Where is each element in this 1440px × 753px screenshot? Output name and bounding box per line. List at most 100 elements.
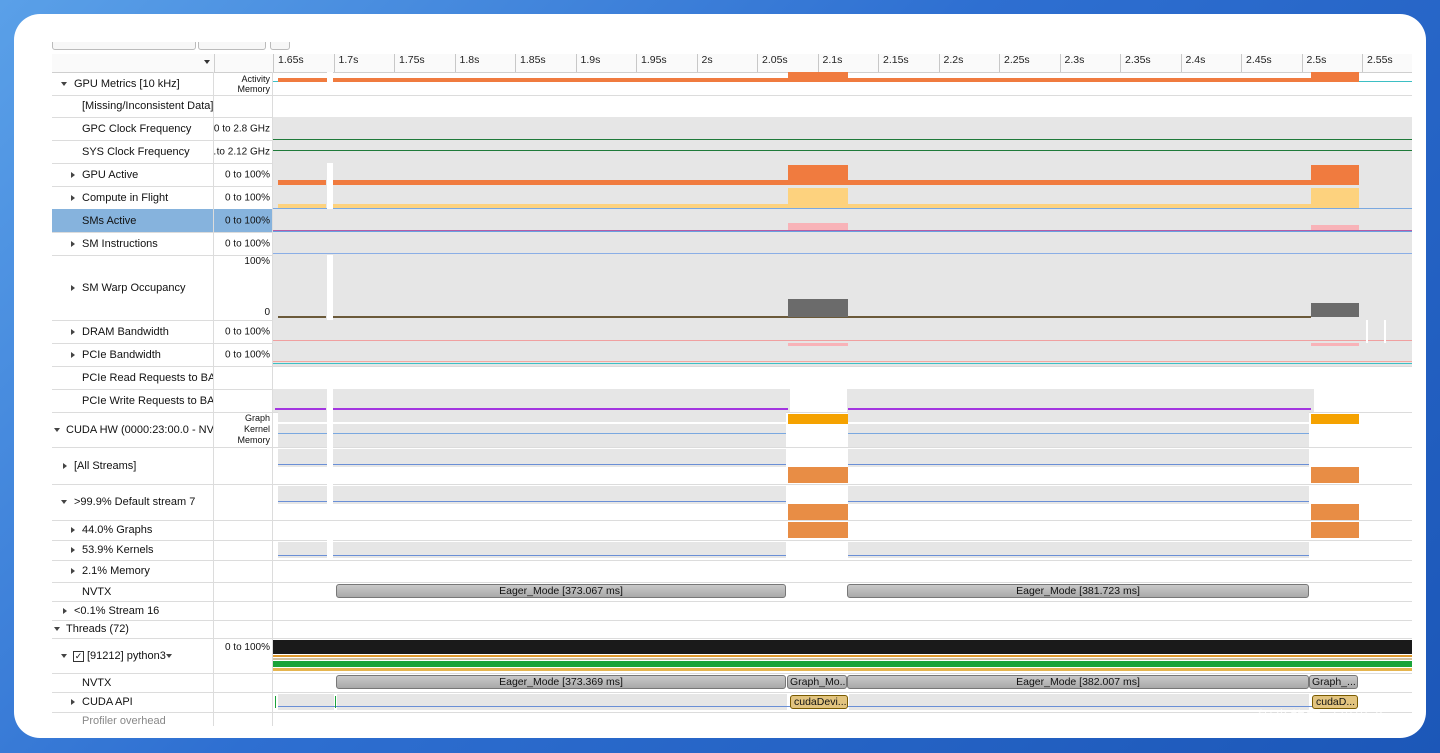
chevron-down-icon[interactable]	[61, 81, 67, 86]
checkbox[interactable]: ✓	[73, 650, 84, 662]
chevron-right-icon[interactable]	[71, 328, 75, 335]
tick-mark	[394, 54, 395, 72]
row-python3[interactable]: ✓ [91212] python3 0 to 100%	[52, 638, 1412, 674]
row-sms-active[interactable]: SMs Active 0 to 100%	[52, 209, 1412, 233]
chevron-down-icon[interactable]	[54, 427, 60, 432]
row-graphs[interactable]: 44.0% Graphs	[52, 520, 1412, 541]
row-threads[interactable]: Threads (72)	[52, 620, 1412, 639]
row-label: Profiler overhead	[82, 715, 166, 726]
row-cuda-hw[interactable]: CUDA HW (0000:23:00.0 - NVIDIA GraphKern…	[52, 412, 1412, 448]
pcie-bandwidth-track[interactable]	[273, 343, 1412, 366]
cuda-hw-track[interactable]	[273, 412, 1412, 447]
gpc-clock-track[interactable]	[273, 117, 1412, 140]
row-compute-in-flight[interactable]: Compute in Flight 0 to 100%	[52, 186, 1412, 210]
row-gpu-active[interactable]: GPU Active 0 to 100%	[52, 163, 1412, 187]
nvtx-range[interactable]: Eager_Mode [373.369 ms]	[336, 675, 786, 689]
toolbar-dropdown[interactable]	[52, 42, 196, 50]
nvtx-range[interactable]: Eager_Mode [382.007 ms]	[847, 675, 1309, 689]
chevron-right-icon[interactable]	[71, 194, 75, 201]
row-kernels[interactable]: 53.9% Kernels	[52, 540, 1412, 561]
row-label: SYS Clock Frequency	[82, 145, 190, 158]
chevron-right-icon[interactable]	[71, 527, 75, 533]
row-nvtx-cpu[interactable]: NVTX Eager_Mode [373.369 ms] Graph_Mo...…	[52, 673, 1412, 693]
chevron-down-icon[interactable]	[54, 627, 60, 631]
nvtx-range[interactable]: Graph_...	[1309, 675, 1358, 689]
kernels-track[interactable]	[273, 540, 1412, 560]
threads-track[interactable]	[273, 620, 1412, 638]
toolbar-button[interactable]	[198, 42, 266, 50]
timeline-ruler[interactable]: 1.65s 1.7s 1.75s 1.8s 1.85s 1.9s 1.95s 2s 2.05s 2…	[52, 54, 1412, 73]
row-sm-warp-occupancy[interactable]: SM Warp Occupancy 100% 0	[52, 255, 1412, 321]
chevron-right-icon[interactable]	[71, 547, 75, 553]
gpu-active-track[interactable]	[273, 163, 1412, 186]
chevron-right-icon[interactable]	[71, 284, 75, 291]
row-gpc-clock[interactable]: GPC Clock Frequency 0 to 2.8 GHz	[52, 117, 1412, 141]
nvtx-cpu-track[interactable]: Eager_Mode [373.369 ms] Graph_Mo... Eage…	[273, 673, 1412, 692]
chevron-right-icon[interactable]	[71, 699, 75, 705]
chevron-right-icon[interactable]	[63, 462, 67, 469]
row-header-column[interactable]	[52, 54, 215, 72]
nvtx-gpu-track[interactable]: Eager_Mode [373.067 ms] Eager_Mode [381.…	[273, 582, 1412, 601]
row-pcie-read[interactable]: PCIe Read Requests to BAR1	[52, 366, 1412, 390]
gpu-metrics-track[interactable]	[273, 72, 1412, 95]
row-label: PCIe Read Requests to BAR1	[82, 371, 214, 384]
chevron-down-icon[interactable]	[61, 653, 67, 658]
chevron-right-icon[interactable]	[71, 351, 75, 358]
tick-label: 1.85s	[520, 54, 546, 66]
range-label: 0 to 2.8 GHz	[214, 123, 270, 134]
compute-in-flight-track[interactable]	[273, 186, 1412, 209]
row-pcie-write[interactable]: PCIe Write Requests to BAR1	[52, 389, 1412, 413]
row-nvtx-gpu[interactable]: NVTX Eager_Mode [373.067 ms] Eager_Mode …	[52, 582, 1412, 602]
row-label: Threads (72)	[66, 623, 129, 635]
pcie-write-track[interactable]	[273, 389, 1412, 412]
default-stream-track[interactable]	[273, 484, 1412, 520]
chevron-down-icon[interactable]	[204, 60, 210, 64]
sm-warp-occupancy-track[interactable]	[273, 255, 1412, 320]
pcie-read-track[interactable]	[273, 366, 1412, 389]
sys-clock-track[interactable]	[273, 140, 1412, 163]
stream-16-track[interactable]	[273, 601, 1412, 620]
row-label: GPC Clock Frequency	[82, 122, 192, 135]
all-streams-track[interactable]	[273, 447, 1412, 484]
row-sm-instructions[interactable]: SM Instructions 0 to 100%	[52, 232, 1412, 256]
tick-mark	[999, 54, 1000, 72]
row-missing-data[interactable]: [Missing/Inconsistent Data]	[52, 95, 1412, 118]
cuda-api-call[interactable]: cudaDevi...	[790, 695, 848, 709]
tick-label: 2s	[701, 54, 713, 66]
row-stream-16[interactable]: <0.1% Stream 16	[52, 601, 1412, 621]
range-label: 0 to 100%	[224, 349, 270, 360]
row-pcie-bandwidth[interactable]: PCIe Bandwidth 0 to 100%	[52, 343, 1412, 367]
row-gpu-metrics[interactable]: GPU Metrics [10 kHz] Activity Memory	[52, 72, 1412, 96]
row-profiler-overhead[interactable]: Profiler overhead	[52, 712, 1412, 726]
row-dram-bandwidth[interactable]: DRAM Bandwidth 0 to 100%	[52, 320, 1412, 344]
row-default-stream[interactable]: >99.9% Default stream 7	[52, 484, 1412, 521]
graphs-track[interactable]	[273, 520, 1412, 540]
chevron-down-icon[interactable]	[166, 653, 172, 658]
nvtx-range[interactable]: Graph_Mo...	[787, 675, 847, 689]
memory-track[interactable]	[273, 560, 1412, 582]
chevron-right-icon[interactable]	[71, 568, 75, 574]
tick-label: 1.75s	[399, 54, 425, 66]
row-all-streams[interactable]: [All Streams]	[52, 447, 1412, 485]
chevron-down-icon[interactable]	[61, 500, 67, 504]
chevron-right-icon[interactable]	[63, 607, 67, 614]
row-label: SM Instructions	[82, 237, 158, 250]
profiler-overhead-track[interactable]	[273, 712, 1412, 726]
chevron-right-icon[interactable]	[71, 240, 75, 247]
missing-data-track[interactable]	[273, 95, 1412, 117]
tick-mark	[515, 54, 516, 72]
row-sys-clock[interactable]: SYS Clock Frequency …to 2.12 GHz	[52, 140, 1412, 164]
sms-active-track[interactable]	[273, 209, 1412, 232]
toolbar-small-button[interactable]	[270, 42, 290, 50]
sm-instructions-track[interactable]	[273, 232, 1412, 255]
nvtx-range[interactable]: Eager_Mode [373.067 ms]	[336, 584, 786, 598]
toolbar	[52, 42, 1412, 54]
row-memory[interactable]: 2.1% Memory	[52, 560, 1412, 583]
chevron-right-icon[interactable]	[71, 171, 75, 178]
tick-label: 2.4s	[1185, 54, 1206, 66]
cuda-api-track[interactable]: cudaDevi... cudaD...	[273, 692, 1412, 712]
python3-track[interactable]	[273, 638, 1412, 673]
nvtx-range[interactable]: Eager_Mode [381.723 ms]	[847, 584, 1309, 598]
row-cuda-api[interactable]: CUDA API cudaDevi... cudaD...	[52, 692, 1412, 713]
dram-bandwidth-track[interactable]	[273, 320, 1412, 343]
